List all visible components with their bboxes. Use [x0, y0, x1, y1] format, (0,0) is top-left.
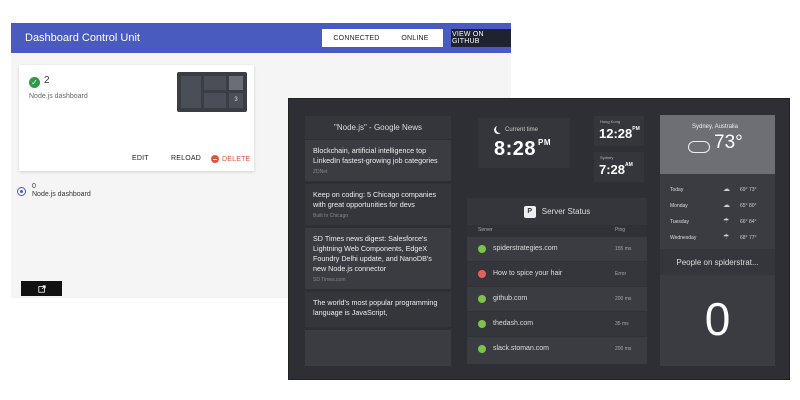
- forecast-range: 66° 84°: [740, 219, 757, 225]
- forecast-range: 65° 80°: [740, 203, 757, 209]
- world-clock-label: Sydney: [600, 155, 614, 160]
- status-dot-icon: [478, 345, 486, 353]
- forecast-range: 68° 77°: [740, 235, 757, 241]
- clock-time: 8:28: [494, 138, 537, 160]
- server-row[interactable]: slack.stoman.com 200 ms: [467, 336, 647, 361]
- server-name: thedash.com: [493, 320, 534, 327]
- radio-label: Node.js dashboard: [32, 191, 91, 198]
- dashboard-card: ✓ 2 Node.js dashboard 3 EDIT RELOAD DELE…: [19, 65, 254, 171]
- app-title: Dashboard Control Unit: [25, 32, 140, 44]
- weather-temp: 73°: [714, 132, 743, 153]
- cloud-icon: ☁: [723, 202, 730, 209]
- clock-label: Current time: [505, 127, 539, 133]
- delete-icon: [211, 155, 219, 163]
- reload-button[interactable]: RELOAD: [171, 155, 201, 162]
- news-widget: "Node.js" - Google News Blockchain, arti…: [305, 116, 451, 366]
- cloud-icon: [688, 141, 710, 153]
- column-server: Server: [478, 227, 493, 233]
- world-clock-ampm: AM: [625, 162, 633, 168]
- delete-button[interactable]: DELETE: [211, 155, 250, 163]
- news-item-title: Blockchain, artificial intelligence top …: [313, 146, 438, 165]
- world-clock-widget: Hong Kong 12:28PM: [594, 116, 644, 146]
- radio-number: 0: [32, 183, 36, 190]
- news-item[interactable]: Blockchain, artificial intelligence top …: [305, 140, 451, 184]
- server-status-title: Server Status: [541, 207, 591, 216]
- view-on-github-button[interactable]: VIEW ON GITHUB: [451, 29, 511, 47]
- online-button[interactable]: ONLINE: [387, 29, 443, 47]
- news-item-title: The world's most popular programming lan…: [313, 298, 438, 317]
- delete-label: DELETE: [222, 155, 251, 163]
- server-ping: 35 ms: [615, 321, 629, 327]
- forecast-range: 69° 73°: [740, 187, 757, 193]
- status-dot-icon: [478, 245, 486, 253]
- status-dot-icon: [478, 295, 486, 303]
- world-clock-widget: Sydney 7:28AM: [594, 152, 644, 182]
- edit-button[interactable]: EDIT: [132, 155, 149, 162]
- world-clock-time: 7:28: [599, 162, 626, 177]
- news-item[interactable]: SD Times news digest: Salesforce's Light…: [305, 228, 451, 292]
- weather-widget: Sydney, Australia 73° Today ☁ 69° 73° Mo…: [660, 115, 775, 259]
- server-status-icon: P: [523, 205, 536, 218]
- card-name: Node.js dashboard: [29, 93, 88, 100]
- world-clock-time: 12:28: [599, 126, 633, 141]
- news-title: "Node.js" - Google News: [305, 116, 451, 140]
- server-name: How to spice your hair: [493, 270, 563, 277]
- moon-icon: [496, 125, 504, 133]
- server-ping: 200 ms: [615, 296, 632, 302]
- screen: Dashboard Control Unit CONNECTED ONLINE …: [0, 0, 800, 400]
- server-row[interactable]: How to spice your hair Error: [467, 261, 647, 286]
- server-ping: Error: [615, 271, 627, 277]
- news-item-source: ZDNet: [313, 169, 328, 175]
- open-button[interactable]: [21, 281, 62, 296]
- dashboard-radio[interactable]: [17, 187, 26, 196]
- connected-button[interactable]: CONNECTED: [322, 29, 391, 47]
- forecast-day: Monday: [670, 203, 688, 209]
- external-link-icon: [37, 284, 46, 293]
- forecast-day: Wednesday: [670, 235, 697, 241]
- server-row[interactable]: thedash.com 35 ms: [467, 311, 647, 336]
- server-status-header: Server Ping: [467, 225, 647, 236]
- news-item[interactable]: Keep on coding: 5 Chicago companies with…: [305, 184, 451, 228]
- news-item-title: SD Times news digest: Salesforce's Light…: [313, 234, 432, 273]
- server-name: github.com: [493, 295, 528, 302]
- forecast-day: Tuesday: [670, 219, 689, 225]
- world-clock-ampm: PM: [632, 126, 640, 132]
- server-row[interactable]: github.com 200 ms: [467, 286, 647, 311]
- app-bar: Dashboard Control Unit CONNECTED ONLINE …: [11, 23, 511, 53]
- server-name: slack.stoman.com: [493, 345, 550, 352]
- news-item[interactable]: The world's most popular programming lan…: [305, 292, 451, 330]
- status-dot-icon: [478, 320, 486, 328]
- server-status-widget: P Server Status Server Ping spiderstrate…: [467, 198, 647, 364]
- server-ping: 155 ms: [615, 246, 632, 252]
- people-count: 0: [704, 293, 731, 345]
- world-clock-label: Hong Kong: [600, 119, 621, 124]
- server-row[interactable]: spiderstrategies.com 155 ms: [467, 236, 647, 261]
- thumbnail-value: 3: [229, 93, 243, 108]
- check-icon: ✓: [29, 77, 40, 88]
- dashboard-thumbnail[interactable]: 3: [177, 72, 247, 112]
- server-name: spiderstrategies.com: [493, 245, 558, 252]
- cloud-icon: ☁: [723, 186, 730, 193]
- forecast-day: Today: [670, 187, 684, 193]
- rain-icon: ☂: [723, 234, 730, 241]
- server-ping: 200 ms: [615, 346, 632, 352]
- weather-location: Sydney, Australia: [692, 124, 738, 130]
- clock-ampm: PM: [538, 138, 552, 147]
- people-counter-widget: People on spiderstrat... 0: [660, 249, 775, 366]
- card-count: 2: [44, 75, 50, 86]
- status-dot-icon: [478, 270, 486, 278]
- rain-icon: ☂: [723, 218, 730, 225]
- current-time-widget: Current time 8:28 PM: [478, 118, 570, 168]
- news-item-title: Keep on coding: 5 Chicago companies with…: [313, 190, 437, 209]
- news-item-source: Built In Chicago: [313, 213, 349, 219]
- column-ping: Ping: [615, 227, 626, 233]
- people-title: People on spiderstrat...: [660, 249, 775, 275]
- news-item-source: SD Times.com: [313, 277, 346, 283]
- dashboard-window: "Node.js" - Google News Blockchain, arti…: [289, 99, 789, 379]
